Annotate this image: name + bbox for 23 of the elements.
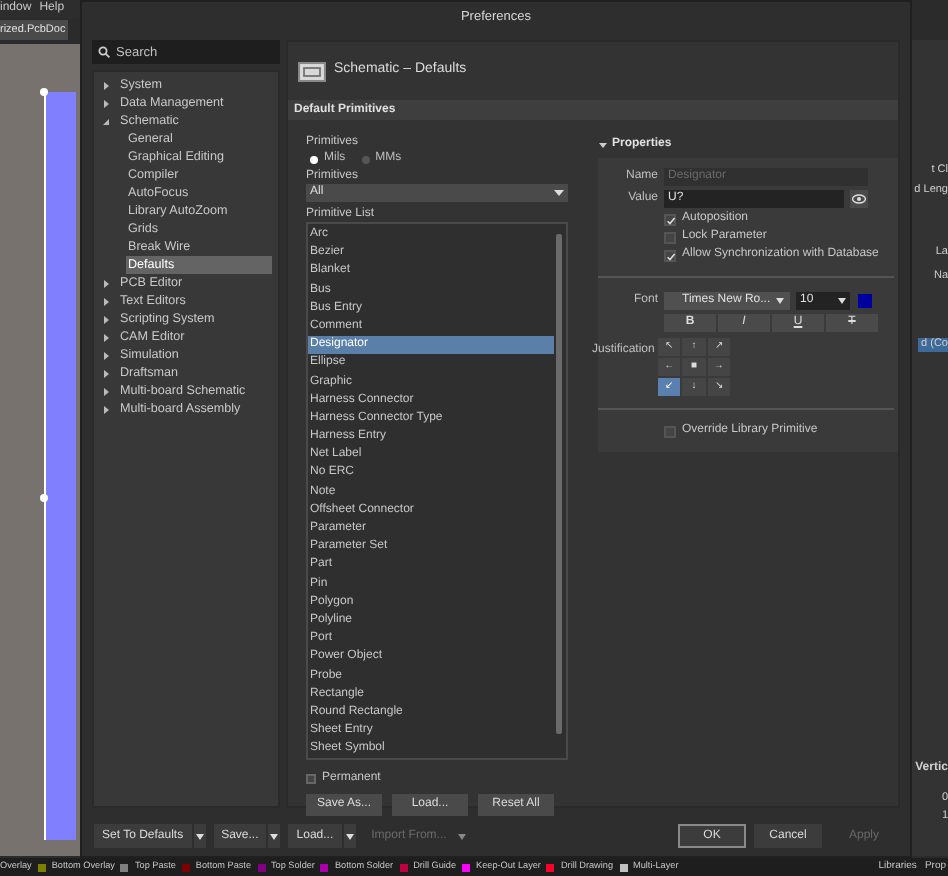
scrollbar-thumb[interactable] bbox=[555, 234, 561, 734]
vertex-handle[interactable] bbox=[40, 494, 48, 502]
caret-icon bbox=[345, 833, 354, 839]
visibility-button[interactable] bbox=[850, 190, 868, 208]
caret-icon bbox=[270, 833, 279, 839]
checkbox[interactable] bbox=[664, 213, 676, 225]
checkmark-icon bbox=[666, 251, 676, 261]
caret-icon bbox=[776, 298, 784, 304]
checkbox[interactable] bbox=[664, 425, 676, 437]
search-icon bbox=[98, 46, 110, 58]
checkmark-icon bbox=[666, 215, 676, 225]
schematic-page-icon bbox=[298, 61, 326, 81]
vertex-handle[interactable] bbox=[40, 88, 48, 96]
caret-icon bbox=[195, 833, 204, 839]
checkbox[interactable] bbox=[306, 773, 316, 784]
caret-icon bbox=[838, 298, 846, 304]
caret-icon bbox=[554, 190, 564, 196]
color-swatch[interactable] bbox=[858, 294, 872, 308]
eye-icon bbox=[852, 194, 866, 204]
primitive-list[interactable] bbox=[306, 222, 568, 761]
checkbox[interactable] bbox=[664, 231, 676, 243]
caret-icon bbox=[458, 833, 467, 839]
checkbox[interactable] bbox=[664, 249, 676, 261]
